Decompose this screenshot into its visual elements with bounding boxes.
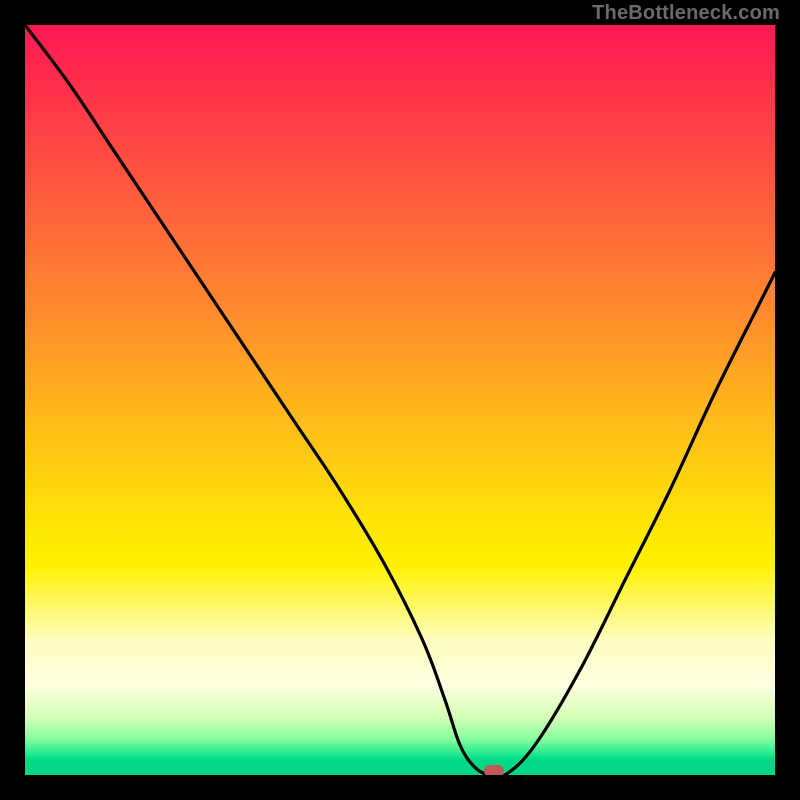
optimal-point-marker xyxy=(484,765,504,775)
bottleneck-curve xyxy=(25,25,775,775)
chart-frame: TheBottleneck.com xyxy=(0,0,800,800)
watermark-text: TheBottleneck.com xyxy=(592,2,780,25)
plot-area xyxy=(25,25,775,775)
